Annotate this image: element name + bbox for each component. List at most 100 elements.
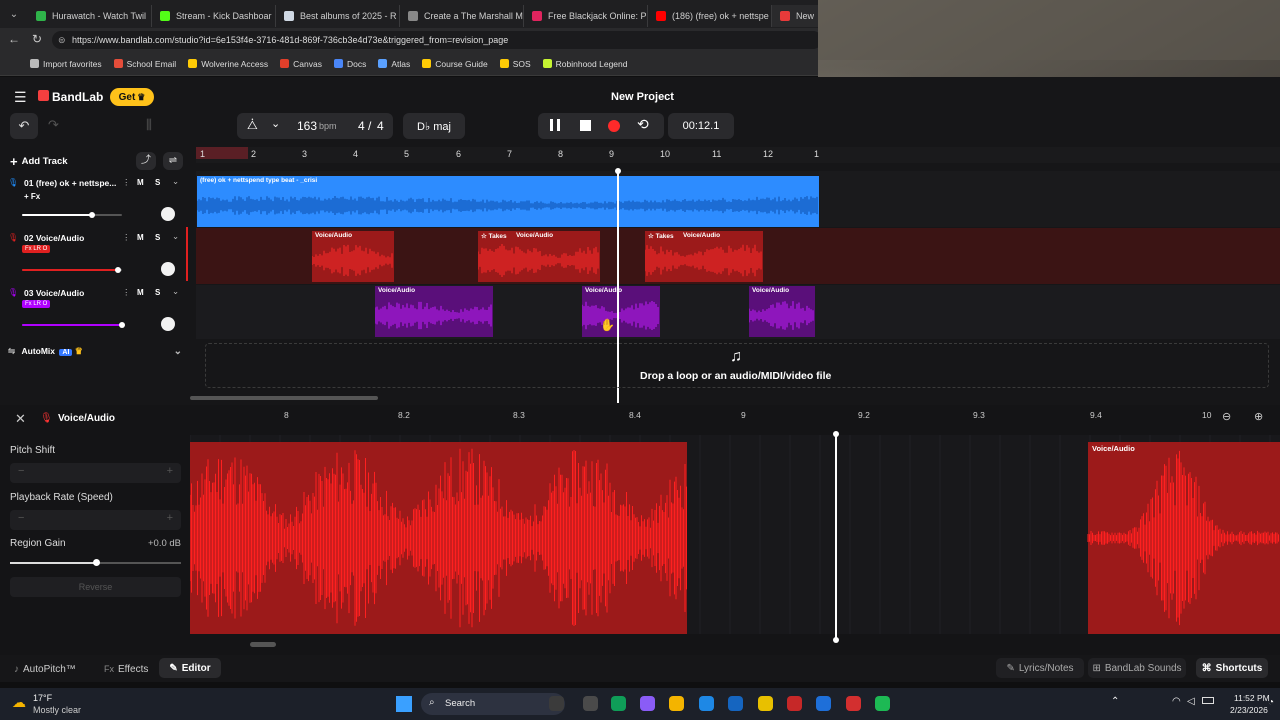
timeline-ruler[interactable]: 1 2 3 4 5 6 7 8 9 10 11 12 1: [196, 147, 1280, 163]
drop-zone[interactable]: ♫ Drop a loop or an audio/MIDI/video fil…: [205, 343, 1269, 388]
wifi-icon[interactable]: ◠: [1172, 696, 1181, 707]
track-header[interactable]: 🎙 03 Voice/Audio ⋮ M S ⌄ Fx LR O: [4, 286, 188, 338]
bookmark-item[interactable]: Docs: [333, 59, 366, 69]
stop-icon[interactable]: [580, 120, 591, 131]
taskbar-app-icon[interactable]: [846, 696, 861, 711]
solo-button[interactable]: S: [155, 288, 160, 297]
track-header[interactable]: 🎙 01 (free) ok + nettspe... ⋮ M S ⌄ + Fx: [4, 176, 188, 228]
pan-knob[interactable]: [161, 207, 175, 221]
taskbar-app-icon[interactable]: [640, 696, 655, 711]
add-fx-button[interactable]: + Fx: [24, 192, 40, 201]
taskbar-app-icon[interactable]: [669, 696, 684, 711]
bookmark-item[interactable]: Course Guide: [422, 59, 488, 69]
solo-button[interactable]: S: [155, 178, 160, 187]
zoom-in-icon[interactable]: ⊕: [1254, 410, 1263, 423]
shortcuts-button[interactable]: ⌘ Shortcuts: [1196, 658, 1268, 678]
editor-scrollbar[interactable]: [250, 642, 276, 647]
bookmark-item[interactable]: SOS: [499, 59, 531, 69]
bookmark-item[interactable]: Import favorites: [30, 59, 102, 69]
track-name[interactable]: 01 (free) ok + nettspe...: [24, 178, 116, 188]
pitch-shift-stepper[interactable]: − +: [10, 463, 181, 483]
track-expand-icon[interactable]: ⌄: [172, 231, 179, 242]
reverse-button[interactable]: Reverse: [10, 577, 181, 597]
automation-button[interactable]: ⤴: [136, 152, 156, 170]
track-header[interactable]: 🎙 02 Voice/Audio ⋮ M S ⌄ Fx LR O: [4, 227, 188, 283]
lyrics-notes-button[interactable]: ✎ Lyrics/Notes: [996, 658, 1084, 678]
browser-tab[interactable]: Stream - Kick Dashboar✕: [152, 5, 276, 27]
audio-region[interactable]: ☆ Takes Voice/Audio: [478, 231, 600, 282]
taskbar-app-icon[interactable]: [549, 696, 564, 711]
site-info-icon[interactable]: ⊜: [58, 31, 66, 49]
taskbar-app-icon[interactable]: [728, 696, 743, 711]
browser-tab[interactable]: Create a The Marshall M✕: [400, 5, 524, 27]
undo-button[interactable]: ↶: [10, 113, 38, 139]
taskbar-app-icon[interactable]: [699, 696, 714, 711]
audio-region[interactable]: ☆ Takes Voice/Audio: [645, 231, 763, 282]
plus-icon[interactable]: +: [167, 512, 173, 524]
redo-icon[interactable]: ↷: [48, 117, 59, 133]
bpm-value[interactable]: 163: [297, 119, 317, 133]
region-gain-slider[interactable]: [10, 559, 181, 566]
audio-region[interactable]: Voice/Audio: [749, 286, 815, 337]
add-track-button[interactable]: + Add Track: [10, 151, 80, 171]
metronome-dropdown-icon[interactable]: ⌄: [271, 117, 280, 130]
loop-icon[interactable]: ⟲: [637, 116, 649, 133]
track-options-icon[interactable]: ⋮: [122, 287, 131, 298]
volume-icon[interactable]: ◁: [1187, 696, 1195, 707]
plus-icon[interactable]: +: [167, 465, 173, 477]
taskbar-search[interactable]: ⌕ Search: [421, 693, 565, 715]
minus-icon[interactable]: −: [18, 465, 24, 477]
weather-icon[interactable]: ☁: [12, 694, 26, 711]
browser-tab[interactable]: Best albums of 2025 - R✕: [276, 5, 400, 27]
tray-chevron-icon[interactable]: ⌃: [1111, 696, 1119, 707]
tab-list-button[interactable]: ⌄: [0, 0, 28, 28]
start-icon[interactable]: [396, 696, 412, 712]
mute-button[interactable]: M: [137, 233, 144, 242]
taskbar-app-icon[interactable]: [875, 696, 890, 711]
mixer-icon[interactable]: ⫼: [146, 117, 152, 133]
audio-region[interactable]: Voice/Audio: [582, 286, 660, 337]
key-button[interactable]: D♭ maj: [403, 113, 465, 139]
editor-grid[interactable]: [189, 435, 1280, 634]
editor-tab[interactable]: ✎ Editor: [159, 658, 221, 678]
mute-button[interactable]: M: [137, 178, 144, 187]
volume-slider-thumb[interactable]: [89, 212, 95, 218]
audio-region[interactable]: Voice/Audio: [312, 231, 394, 282]
track-options-icon[interactable]: ⋮: [122, 177, 131, 188]
metronome-icon[interactable]: ⧊: [247, 118, 258, 133]
refresh-icon[interactable]: ↻: [32, 32, 42, 46]
taskbar-app-icon[interactable]: [583, 696, 598, 711]
taskbar-app-icon[interactable]: [758, 696, 773, 711]
get-button[interactable]: Get ♛: [110, 88, 154, 106]
menu-icon[interactable]: ☰: [14, 89, 27, 106]
battery-icon[interactable]: [1202, 697, 1214, 704]
taskbar-app-icon[interactable]: [816, 696, 831, 711]
automix-expand-icon[interactable]: ⌄: [174, 346, 182, 357]
taskbar-app-icon[interactable]: [787, 696, 802, 711]
region-gain-thumb[interactable]: [93, 559, 100, 566]
bookmark-item[interactable]: Atlas: [378, 59, 410, 69]
volume-slider-thumb[interactable]: [119, 322, 125, 328]
mute-button[interactable]: M: [137, 288, 144, 297]
effects-button[interactable]: Fx Effects: [104, 661, 148, 677]
automix-row[interactable]: ⇋ AutoMix AI ♛ ⌄: [8, 346, 188, 362]
playback-rate-stepper[interactable]: − +: [10, 510, 181, 530]
url-field[interactable]: ⊜ https://www.bandlab.com/studio?id=6e15…: [52, 31, 822, 49]
pan-knob[interactable]: [161, 317, 175, 331]
timeline-scrollbar[interactable]: [190, 396, 378, 400]
editor-ruler[interactable]: 8 8.2 8.3 8.4 9 9.2 9.3 9.4 10: [190, 405, 1216, 425]
solo-button[interactable]: S: [155, 233, 160, 242]
track-settings-button[interactable]: ⇌: [163, 152, 183, 170]
close-icon[interactable]: ✕: [15, 411, 26, 427]
track-name[interactable]: 03 Voice/Audio: [24, 288, 84, 298]
track-options-icon[interactable]: ⋮: [122, 232, 131, 243]
audio-region[interactable]: Voice/Audio: [375, 286, 493, 337]
autopitch-button[interactable]: ♪ AutoPitch™: [14, 661, 76, 677]
pan-knob[interactable]: [161, 262, 175, 276]
taskbar-app-icon[interactable]: [611, 696, 626, 711]
audio-region[interactable]: (free) ok + nettspend type beat - _crisi: [197, 176, 819, 227]
time-signature-top[interactable]: 4: [358, 119, 365, 133]
notification-icon[interactable]: ◔: [1268, 697, 1274, 708]
takes-badge[interactable]: ☆ Takes: [481, 232, 507, 240]
fx-badge[interactable]: Fx LR O: [22, 245, 51, 253]
